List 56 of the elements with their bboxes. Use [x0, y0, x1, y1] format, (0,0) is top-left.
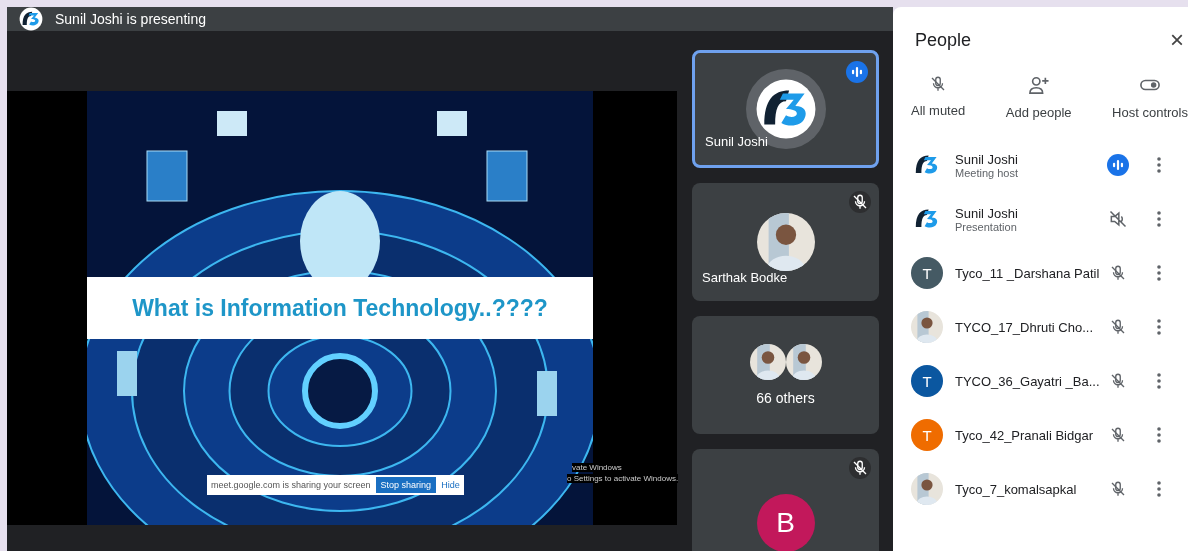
participant-name: TYCO_17_Dhruti Cho...	[955, 319, 1094, 335]
panel-title: People	[915, 29, 972, 51]
participant-name: Sunil Joshi	[955, 205, 1019, 221]
avatar-photo	[911, 473, 943, 505]
activation-notice: o Settings to activate Windows.	[567, 474, 679, 483]
presenting-title: Sunil Joshi is presenting	[55, 11, 206, 27]
participant-tile[interactable]: Sarthak Bodke	[692, 183, 879, 301]
close-button[interactable]: ×	[1170, 26, 1188, 54]
mic-off-icon	[1109, 318, 1127, 336]
participant-name: Sunil Joshi	[955, 151, 1019, 167]
more-icon[interactable]	[1157, 427, 1161, 443]
share-text: meet.google.com is sharing your screen	[211, 480, 371, 490]
mic-off-icon	[1109, 426, 1127, 444]
mic-off-icon	[851, 459, 869, 477]
avatar-photo	[911, 311, 943, 343]
activation-notice: vate Windows	[572, 463, 622, 472]
mic-off-icon	[851, 193, 869, 211]
panel-action-button[interactable]: Host controls	[1112, 75, 1188, 120]
more-icon[interactable]	[1157, 211, 1161, 227]
more-icon[interactable]	[1157, 157, 1161, 173]
logo-icon	[19, 7, 43, 31]
mic-off-icon	[1109, 372, 1127, 390]
participant-name: Tyco_42_Pranali Bidgar	[955, 427, 1095, 443]
stop-sharing-button[interactable]: Stop sharing	[375, 477, 437, 493]
more-icon[interactable]	[1157, 265, 1161, 281]
hide-button[interactable]: Hide	[441, 480, 460, 490]
participant-name: Tyco_11 _Darshana Patil	[955, 265, 1101, 281]
avatar-initial: B	[756, 494, 815, 551]
panel-action-button[interactable]: All muted	[911, 75, 966, 120]
mic-off-icon	[1109, 480, 1127, 498]
participant-tile[interactable]: B	[692, 449, 879, 551]
slide-title: What is Information Technology..????	[132, 294, 548, 322]
more-icon[interactable]	[1157, 373, 1161, 389]
avatar-photo	[785, 344, 822, 380]
avatar-initial: T	[911, 365, 943, 397]
avatar-photo	[756, 213, 815, 271]
avatar-initial: T	[911, 419, 943, 451]
participant-role: Presentation	[955, 220, 1018, 233]
more-icon[interactable]	[1157, 319, 1161, 335]
speaking-icon	[846, 61, 868, 83]
more-icon[interactable]	[1157, 481, 1161, 497]
speaking-icon	[1107, 154, 1129, 176]
participant-role: Meeting host	[955, 166, 1019, 179]
panel-action-button[interactable]: Add people	[1005, 75, 1072, 120]
participant-name: TYCO_36_Gayatri _Ba...	[955, 373, 1101, 389]
add-person-icon	[1027, 75, 1050, 95]
participant-tile[interactable]: Sunil Joshi	[692, 50, 879, 168]
avatar-photo	[749, 344, 786, 380]
tile-name: Sarthak Bodke	[702, 270, 788, 285]
participant-count: 66 others	[756, 390, 815, 406]
participant-tile[interactable]: 66 others	[692, 316, 879, 434]
participant-name: Tyco_7_komalsapkal	[955, 481, 1078, 497]
tile-name: Sunil Joshi	[705, 134, 768, 149]
avatar-initial: T	[911, 257, 943, 289]
mic-off-icon	[1109, 264, 1127, 282]
speaker-off-icon	[1108, 209, 1128, 229]
